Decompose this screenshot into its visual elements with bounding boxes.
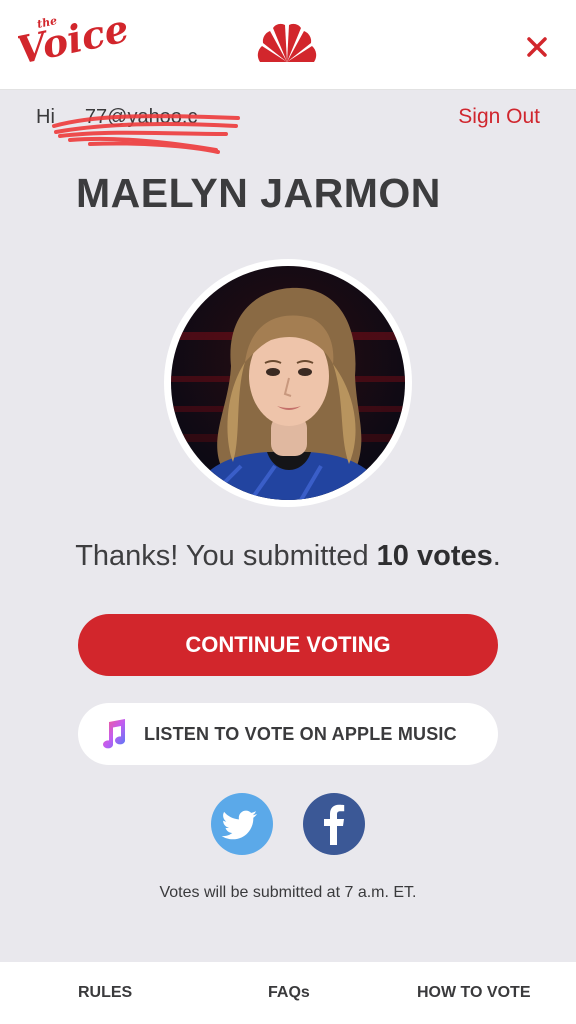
sign-out-link[interactable]: Sign Out (458, 105, 540, 129)
redaction-scribble (52, 114, 240, 154)
music-note-icon (103, 719, 126, 749)
the-voice-logo[interactable]: the Voice (18, 12, 153, 78)
faqs-link[interactable]: FAQs (268, 962, 310, 1024)
rules-link[interactable]: RULES (78, 962, 132, 1024)
artist-name: MAELYN JARMON (76, 170, 441, 216)
close-icon[interactable] (520, 30, 554, 64)
confirmation-suffix: . (492, 540, 501, 572)
apple-music-label: LISTEN TO VOTE ON APPLE MUSIC (144, 724, 457, 744)
continue-voting-button[interactable]: CONTINUE VOTING (78, 614, 498, 676)
confirmation-prefix: Thanks! You submitted (75, 540, 377, 572)
apple-music-button[interactable]: LISTEN TO VOTE ON APPLE MUSIC (78, 703, 498, 765)
vote-confirmation: Thanks! You submitted 10 votes. (0, 540, 576, 573)
how-to-vote-link[interactable]: HOW TO VOTE (417, 962, 530, 1024)
footer-nav: RULES FAQs HOW TO VOTE (0, 962, 576, 1024)
twitter-icon (221, 810, 257, 840)
app-header: the Voice (0, 0, 576, 90)
artist-photo (171, 266, 405, 500)
twitter-share-button[interactable] (211, 793, 273, 855)
facebook-icon (324, 804, 345, 845)
artist-avatar (164, 259, 412, 507)
svg-text:Voice: Voice (18, 12, 132, 73)
submission-note: Votes will be submitted at 7 a.m. ET. (159, 884, 417, 901)
facebook-share-button[interactable] (303, 793, 365, 855)
nbc-peacock-icon (257, 23, 317, 62)
vote-count: 10 votes (376, 540, 493, 572)
